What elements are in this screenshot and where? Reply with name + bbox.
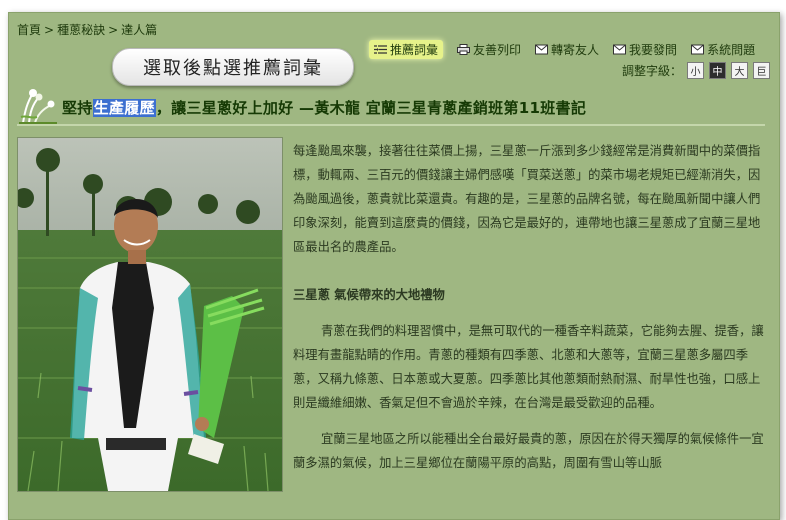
print-button[interactable]: 友善列印 bbox=[457, 40, 521, 59]
article-subtitle: 三星蔥 氣候帶來的大地禮物 bbox=[293, 287, 445, 302]
page-frame: 首頁>種蔥秘訣>達人篇 選取後點選推薦詞彙 推薦詞彙 友善列印 轉寄友人 bbox=[0, 0, 786, 520]
recommend-terms-button[interactable]: 推薦詞彙 bbox=[369, 40, 444, 59]
ask-question-label: 我要發問 bbox=[629, 43, 678, 57]
envelope-icon bbox=[613, 44, 627, 55]
envelope-icon bbox=[535, 44, 549, 55]
breadcrumb-separator: > bbox=[108, 23, 119, 37]
breadcrumb-separator: > bbox=[44, 23, 55, 37]
system-issue-button[interactable]: 系統問題 bbox=[691, 40, 755, 59]
content-panel: 首頁>種蔥秘訣>達人篇 選取後點選推薦詞彙 推薦詞彙 友善列印 轉寄友人 bbox=[8, 12, 780, 520]
recommend-terms-label: 推薦詞彙 bbox=[390, 43, 439, 57]
scallion-logo-icon bbox=[15, 87, 61, 125]
printer-icon bbox=[457, 44, 471, 55]
font-size-medium-button[interactable]: 中 bbox=[709, 62, 727, 79]
farmer-photo bbox=[17, 137, 283, 492]
select-recommend-button[interactable]: 選取後點選推薦詞彙 bbox=[112, 48, 354, 86]
breadcrumb-home-link[interactable]: 首頁 bbox=[17, 23, 41, 37]
article-toolbar: 推薦詞彙 友善列印 轉寄友人 我要發問 系統問題 bbox=[369, 40, 755, 59]
breadcrumb: 首頁 > 種蔥秘訣 > 達人篇 bbox=[17, 21, 157, 38]
article-paragraph: 每逢颱風來襲，接著往往菜價上揚，三星蔥一斤漲到多少錢經常是消費新聞中的菜價指標，… bbox=[293, 144, 761, 254]
print-label: 友善列印 bbox=[473, 43, 522, 57]
article-body: 每逢颱風來襲，接著往往菜價上揚，三星蔥一斤漲到多少錢經常是消費新聞中的菜價指標，… bbox=[293, 139, 769, 475]
title-divider bbox=[17, 124, 765, 126]
article-paragraph: 青蔥在我們的料理習慣中，是無可取代的一種香辛料蔬菜，它能夠去腥、提香，讓料理有畫… bbox=[293, 324, 764, 410]
system-issue-label: 系統問題 bbox=[707, 43, 756, 57]
forward-button[interactable]: 轉寄友人 bbox=[535, 40, 599, 59]
breadcrumb-category-link[interactable]: 種蔥秘訣 bbox=[57, 23, 105, 37]
title-suffix: ，讓三星蔥好上加好 —黃木龍 宜蘭三星青蔥產銷班第11班書記 bbox=[155, 99, 587, 117]
ask-question-button[interactable]: 我要發問 bbox=[613, 40, 677, 59]
font-size-large-button[interactable]: 大 bbox=[731, 62, 749, 79]
font-size-control: 調整字級： 小 中 大 巨 bbox=[622, 62, 771, 79]
font-size-label: 調整字級： bbox=[622, 64, 683, 78]
envelope-icon bbox=[691, 44, 705, 55]
list-indent-icon bbox=[374, 44, 387, 55]
article-title: 堅持生產履歷，讓三星蔥好上加好 —黃木龍 宜蘭三星青蔥產銷班第11班書記 bbox=[62, 97, 586, 118]
title-prefix: 堅持 bbox=[62, 99, 93, 117]
title-selected-term[interactable]: 生產履歷 bbox=[92, 99, 156, 117]
font-size-small-button[interactable]: 小 bbox=[687, 62, 705, 79]
forward-label: 轉寄友人 bbox=[551, 43, 600, 57]
breadcrumb-current[interactable]: 達人篇 bbox=[121, 23, 157, 37]
font-size-xlarge-button[interactable]: 巨 bbox=[753, 62, 771, 79]
article-paragraph: 宜蘭三星地區之所以能種出全台最好最貴的蔥，原因在於得天獨厚的氣候條件一宜蘭多濕的… bbox=[293, 432, 764, 470]
